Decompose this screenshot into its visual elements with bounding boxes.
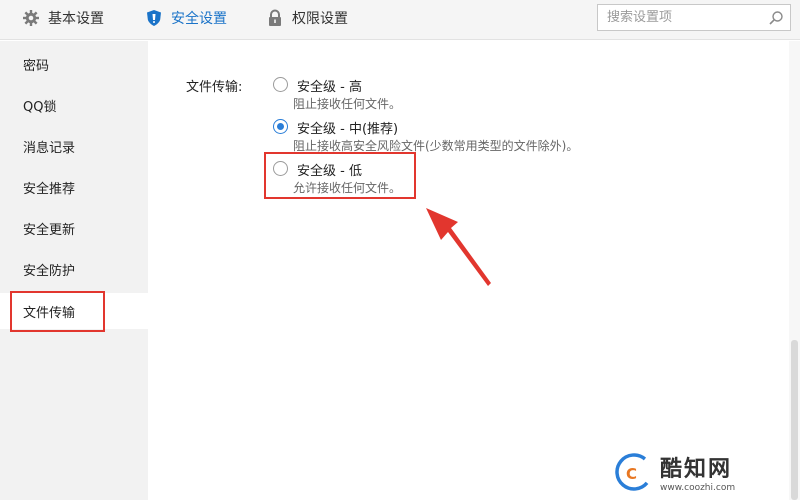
coozhi-logo-icon: C: [615, 453, 653, 491]
radio-security-high[interactable]: [273, 77, 288, 92]
tab-basic-settings[interactable]: 基本设置: [22, 7, 104, 29]
sidebar-item-security-protection[interactable]: 安全防护: [0, 251, 148, 287]
lock-icon: [269, 9, 281, 26]
search-box: [597, 4, 791, 31]
tab-security-settings[interactable]: 安全设置: [145, 7, 227, 29]
search-input[interactable]: [598, 5, 762, 30]
file-transfer-label: 文件传输:: [186, 80, 243, 95]
tab-label: 安全设置: [171, 11, 227, 27]
radio-security-medium[interactable]: [273, 119, 288, 134]
gear-icon: [23, 10, 39, 26]
settings-tab-bar: 基本设置 安全设置 权限设置: [0, 0, 800, 40]
tab-label: 权限设置: [292, 11, 348, 27]
sidebar-item-qq-lock[interactable]: QQ锁: [0, 87, 148, 123]
highlight-box: [264, 152, 416, 199]
settings-panel: 文件传输: 安全级 - 高 阻止接收任何文件。 安全级 - 中(推荐) 阻止接收…: [148, 41, 800, 500]
sidebar-item-label: 安全推荐: [23, 181, 76, 197]
sidebar: 密码 QQ锁 消息记录 安全推荐 安全更新 安全防护 文件传输: [0, 41, 148, 500]
sidebar-item-password[interactable]: 密码: [0, 46, 148, 82]
option-title: 安全级 - 中(推荐): [297, 122, 399, 137]
sidebar-item-label: 消息记录: [23, 140, 76, 156]
option-title: 安全级 - 高: [297, 80, 362, 95]
sidebar-item-security-update[interactable]: 安全更新: [0, 210, 148, 246]
sidebar-item-security-recommend[interactable]: 安全推荐: [0, 169, 148, 205]
watermark: C 酷知网 www.coozhi.com: [608, 450, 778, 496]
sidebar-item-message-history[interactable]: 消息记录: [0, 128, 148, 164]
scrollbar-thumb[interactable]: [791, 340, 798, 500]
option-description: 阻止接收任何文件。: [293, 97, 402, 111]
shield-icon: [147, 10, 161, 26]
highlight-box: [10, 291, 105, 332]
tab-label: 基本设置: [48, 11, 104, 27]
sidebar-item-label: 密码: [23, 58, 50, 74]
tab-permission-settings[interactable]: 权限设置: [266, 7, 348, 29]
svg-text:C: C: [626, 465, 637, 483]
sidebar-item-label: 安全更新: [23, 222, 76, 238]
search-icon[interactable]: [768, 10, 784, 26]
sidebar-item-label: 安全防护: [23, 263, 76, 279]
watermark-url: www.coozhi.com: [660, 483, 736, 493]
sidebar-item-label: QQ锁: [23, 99, 57, 115]
watermark-name: 酷知网: [660, 457, 733, 482]
